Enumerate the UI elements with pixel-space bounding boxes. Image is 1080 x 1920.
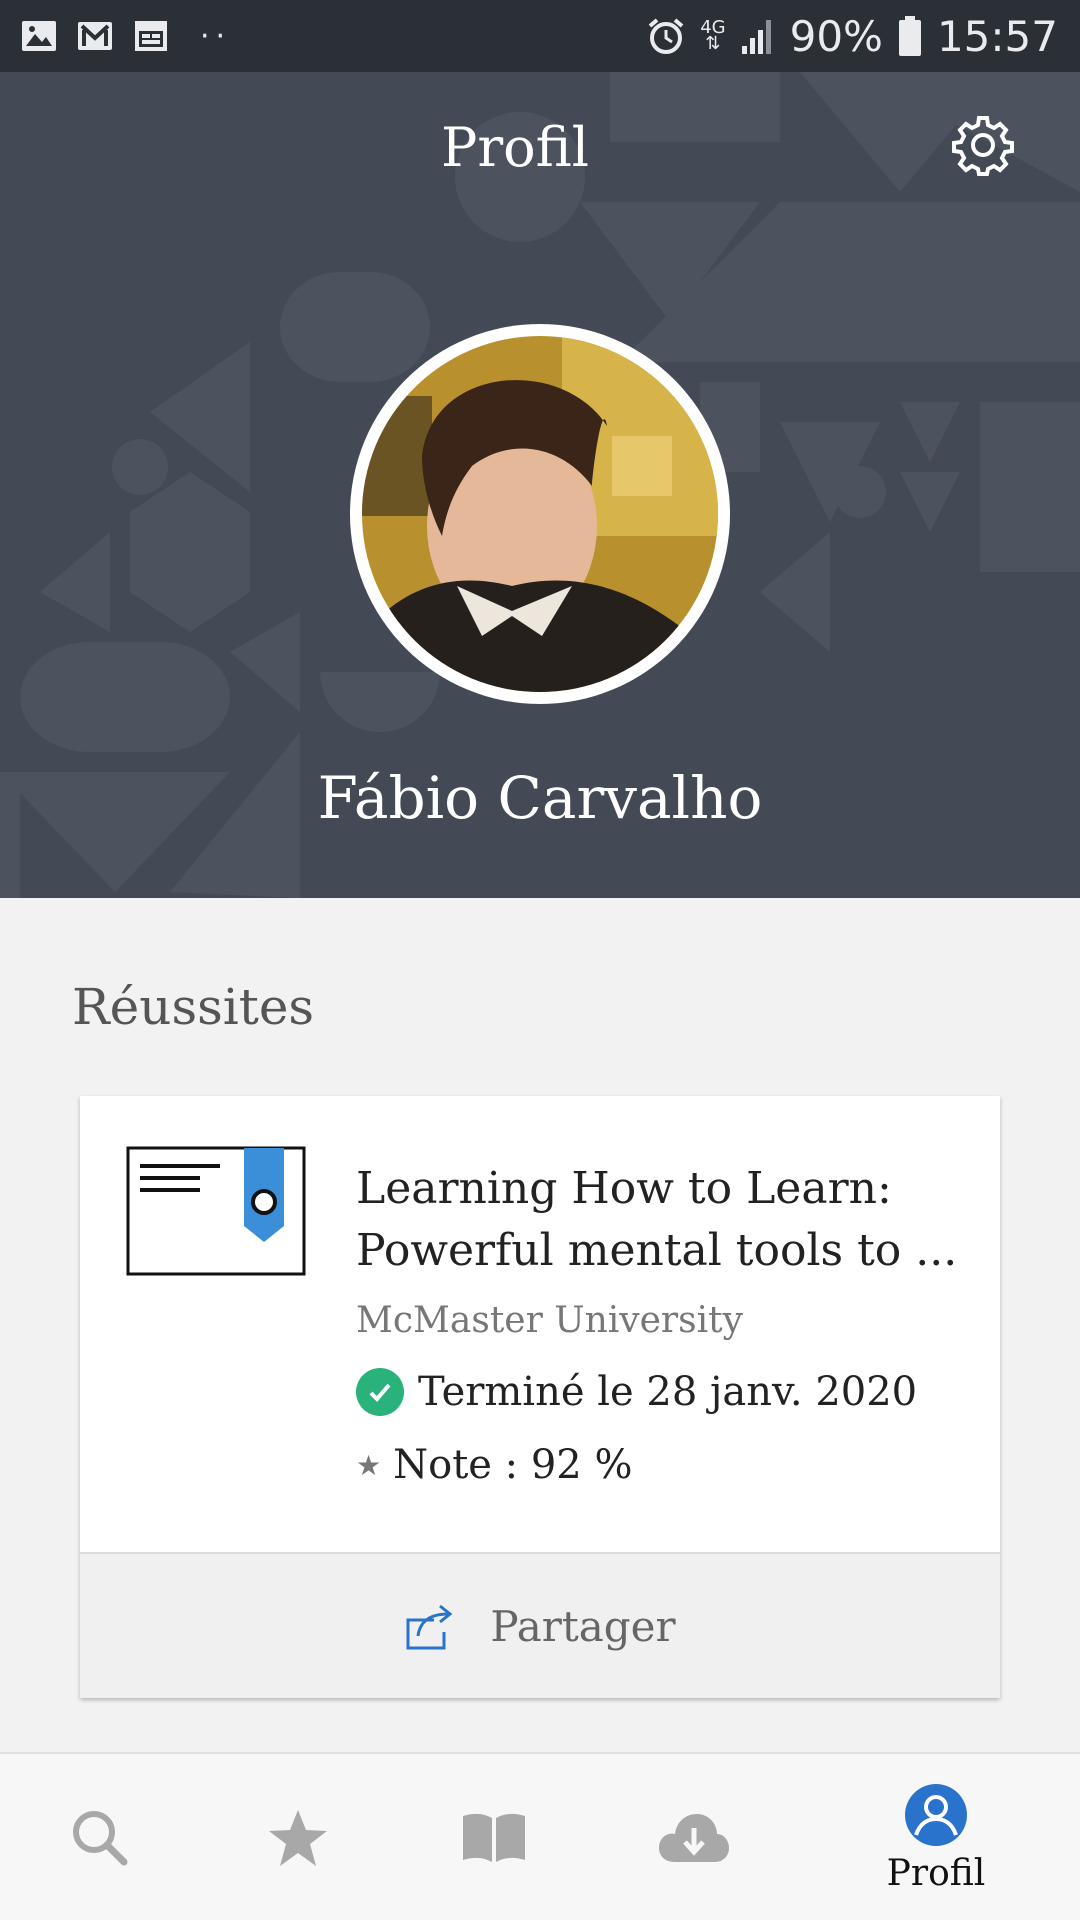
completion-status-text: Terminé le 28 janv. 2020 [418,1369,918,1415]
status-bar-system: 4G ⇅ 90% 15:57 [646,10,1058,62]
avatar[interactable] [362,336,718,692]
profile-header: Profil Fábio Carvalho [0,72,1080,898]
grade-text: Note : 92 % [393,1442,633,1488]
search-icon [73,1811,128,1866]
nav-item-courses[interactable] [394,1754,594,1920]
nav-item-profile[interactable]: Profil [836,1754,1036,1920]
gmail-icon [78,22,112,50]
course-title[interactable]: Learning How to Learn: Powerful mental t… [356,1158,966,1282]
star-icon [269,1810,327,1866]
achievements-section-title: Réussites [72,978,315,1036]
check-circle-icon [356,1368,404,1416]
course-partner: McMaster University [356,1300,743,1341]
grade: ★ Note : 92 % [356,1442,632,1488]
alarm-icon [648,18,684,54]
bottom-navigation: Profil [0,1752,1080,1920]
status-bar: ·· 4G ⇅ 90% 15:57 [0,0,1080,72]
nav-item-search[interactable] [0,1754,200,1920]
certificate-icon [126,1146,306,1276]
clock: 15:57 [936,11,1058,61]
achievement-card[interactable]: Learning How to Learn: Powerful mental t… [80,1096,1000,1698]
nav-item-profile-label: Profil [886,1852,986,1894]
calendar-icon [135,21,167,51]
share-button[interactable]: Partager [80,1552,1000,1698]
course-title-line-1: Learning How to Learn: [356,1163,892,1214]
course-title-line-2: Powerful mental tools to ... [356,1225,958,1276]
network-type: 4G ⇅ [700,17,726,54]
book-icon [463,1813,525,1862]
share-icon [406,1604,453,1650]
profile-icon [905,1783,967,1846]
nav-item-favorites[interactable] [198,1754,398,1920]
settings-gear-icon[interactable] [952,114,1014,176]
more-notifications-indicator: ·· [200,18,232,54]
share-label: Partager [490,1601,676,1651]
completion-status: Terminé le 28 janv. 2020 [356,1368,917,1416]
network-type-label: 4G [700,17,726,38]
cloud-download-icon [659,1814,729,1862]
page-title: Profil [441,116,589,179]
star-small-icon: ★ [356,1448,382,1482]
image-icon [22,21,56,51]
status-bar-notifications: ·· [20,14,231,58]
signal-icon [741,20,771,54]
battery-percent: 90% [789,11,883,61]
nav-item-downloads[interactable] [594,1754,794,1920]
battery-icon [898,16,921,56]
user-name: Fábio Carvalho [317,764,763,832]
avatar-ring [350,324,730,704]
